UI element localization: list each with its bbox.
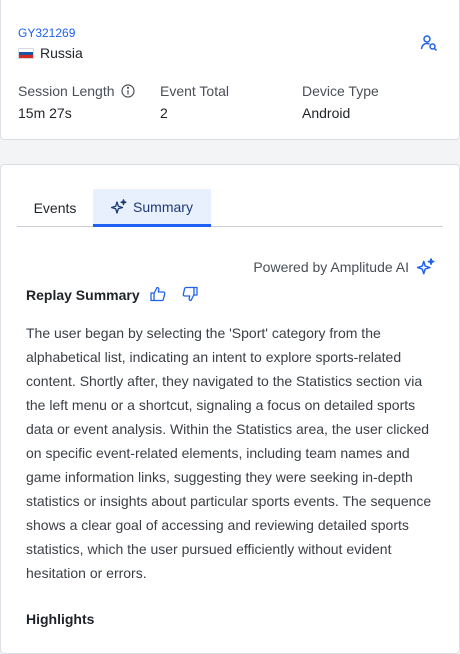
replay-summary-title: Replay Summary	[26, 287, 140, 303]
highlights-title: Highlights	[26, 611, 95, 627]
stat-label: Event Total	[160, 83, 230, 99]
user-search-icon	[420, 35, 438, 52]
stat-event-total: Event Total 2	[160, 82, 229, 121]
thumbs-up-icon	[150, 286, 166, 302]
stat-label: Device Type	[302, 83, 379, 99]
country-name: Russia	[40, 45, 83, 61]
user-search-button[interactable]	[419, 33, 439, 53]
stat-label: Session Length	[18, 83, 115, 99]
stat-device-type: Device Type Android	[302, 82, 379, 121]
thumbs-down-icon	[182, 286, 198, 302]
thumbs-up-button[interactable]	[149, 285, 167, 303]
user-country: Russia	[18, 45, 83, 61]
summary-card: Events Summary Powered by Amplitude AI R…	[0, 164, 460, 654]
sparkle-icon	[417, 258, 435, 275]
tab-label: Summary	[133, 198, 193, 215]
russia-flag-icon	[18, 47, 34, 59]
info-icon[interactable]	[120, 84, 135, 98]
powered-by-label: Powered by Amplitude AI	[253, 259, 409, 275]
stat-value: 15m 27s	[18, 105, 72, 121]
thumbs-down-button[interactable]	[181, 285, 199, 303]
sparkle-icon	[111, 198, 127, 214]
tab-label: Events	[33, 199, 77, 216]
stat-value: 2	[160, 105, 168, 121]
stat-value: Android	[302, 105, 351, 121]
user-info-card: GY321269 Russia Session Length 15m 27s E…	[0, 0, 460, 140]
tab-bar: Events Summary	[17, 189, 443, 227]
summary-text: The user began by selecting the 'Sport' …	[26, 325, 432, 581]
powered-by-ai: Powered by Amplitude AI	[253, 258, 435, 276]
tab-summary[interactable]: Summary	[93, 189, 211, 227]
user-id-link[interactable]: GY321269	[18, 26, 75, 40]
stat-session-length: Session Length 15m 27s	[18, 82, 135, 121]
tab-events[interactable]: Events	[17, 189, 93, 226]
